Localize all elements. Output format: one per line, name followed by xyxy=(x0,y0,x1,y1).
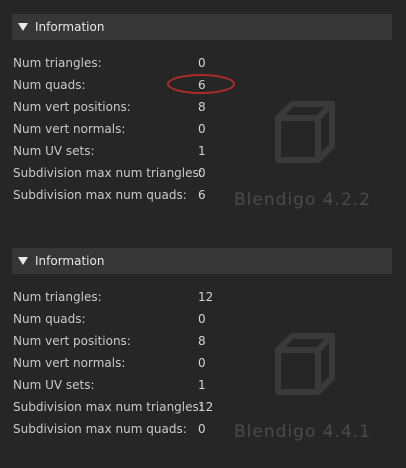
stat-value: 0 xyxy=(198,422,206,436)
stat-label: Subdivision max num triangles: xyxy=(13,166,203,180)
stat-value: 0 xyxy=(198,56,206,70)
stat-label: Num vert positions: xyxy=(13,334,131,348)
stat-label: Subdivision max num triangles: xyxy=(13,400,203,414)
stat-label: Num vert normals: xyxy=(13,356,126,370)
stat-value: 0 xyxy=(198,312,206,326)
panel-header-label: Information xyxy=(35,254,105,268)
stat-label: Num triangles: xyxy=(13,56,102,70)
stat-label: Num quads: xyxy=(13,78,86,92)
stat-value: 12 xyxy=(198,290,214,304)
stat-label: Subdivision max num quads: xyxy=(13,188,187,202)
cube-logo-icon xyxy=(275,333,335,395)
panel-header[interactable]: Information xyxy=(12,248,392,274)
stat-value: 0 xyxy=(198,356,206,370)
stat-label: Num triangles: xyxy=(13,290,102,304)
highlight-ellipse xyxy=(167,74,235,94)
stat-label: Num UV sets: xyxy=(13,144,95,158)
stat-value: 6 xyxy=(198,188,206,202)
stat-value: 12 xyxy=(198,400,214,414)
version-label: Blendigo 4.2.2 xyxy=(234,190,371,210)
stat-value: 8 xyxy=(198,100,206,114)
panel-header[interactable]: Information xyxy=(12,14,392,40)
panel-header-label: Information xyxy=(35,20,105,34)
stat-label: Num quads: xyxy=(13,312,86,326)
stat-value: 1 xyxy=(198,144,206,158)
collapse-triangle-icon[interactable] xyxy=(18,257,28,265)
stat-label: Num UV sets: xyxy=(13,378,95,392)
stat-value: 8 xyxy=(198,334,206,348)
stat-label: Subdivision max num quads: xyxy=(13,422,187,436)
stat-value: 0 xyxy=(198,122,206,136)
collapse-triangle-icon[interactable] xyxy=(18,23,28,31)
stat-label: Num vert normals: xyxy=(13,122,126,136)
stat-label: Num vert positions: xyxy=(13,100,131,114)
version-label: Blendigo 4.4.1 xyxy=(234,422,371,442)
stat-value: 0 xyxy=(198,166,206,180)
cube-logo-icon xyxy=(275,101,335,163)
stat-value: 1 xyxy=(198,378,206,392)
